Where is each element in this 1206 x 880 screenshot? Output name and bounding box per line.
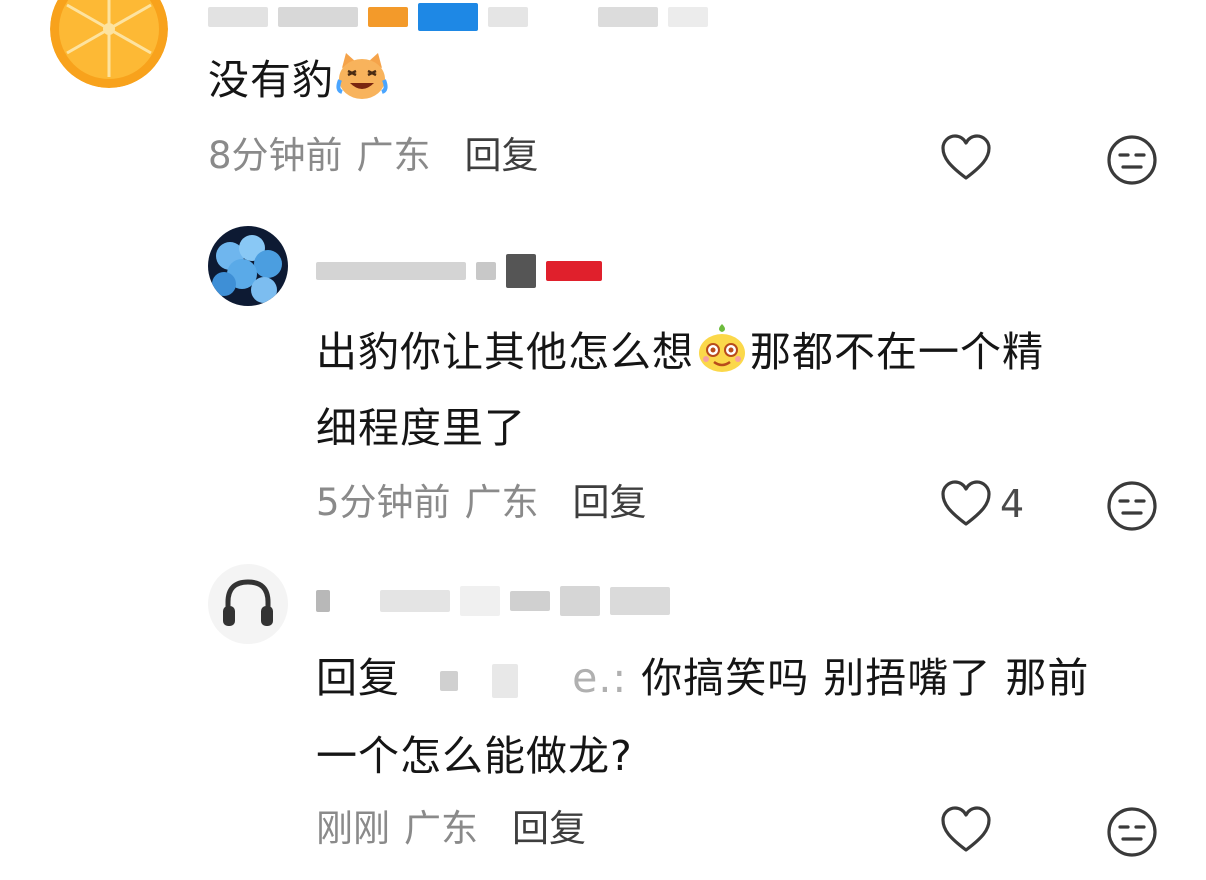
reply-button[interactable]: 回复 <box>465 134 539 177</box>
avatar[interactable] <box>208 226 288 306</box>
crying-laughing-cat-emoji-icon <box>336 50 388 102</box>
reply-prefix: 回复 <box>316 654 400 702</box>
avatar[interactable] <box>50 0 168 88</box>
redacted-block <box>208 7 268 27</box>
heart-outline-icon <box>941 480 991 526</box>
heart-outline-icon <box>941 806 991 852</box>
comment-text: 没有豹 <box>208 44 390 116</box>
redacted-block <box>560 586 600 616</box>
like-button[interactable]: 4 <box>940 480 1024 528</box>
comment-text: 出豹你让其他怎么想 那都不在一个精 <box>316 316 1044 388</box>
redacted-block <box>278 7 358 27</box>
headphones-avatar-icon <box>223 579 273 626</box>
like-button[interactable] <box>940 806 1000 854</box>
comment-location: 广东 <box>464 481 539 524</box>
redacted-block <box>546 261 602 281</box>
comment-item: 没有豹 8分钟前 广东 回复 <box>0 0 1206 200</box>
comment-text-content: 一个怎么能做龙? <box>316 732 633 780</box>
redacted-block <box>598 7 658 27</box>
comment-text-content: 那都不在一个精 <box>750 328 1044 376</box>
blue-balloons-avatar-icon <box>208 226 288 306</box>
dislike-button[interactable] <box>1106 806 1158 862</box>
orange-slice-avatar-icon <box>50 0 168 88</box>
comment-time: 5分钟前 <box>316 481 451 524</box>
username-redacted[interactable] <box>208 0 708 34</box>
unamused-face-icon <box>1107 135 1157 185</box>
comment-meta: 5分钟前 广东 回复 <box>316 478 647 528</box>
comment-text: 回复 e.: 你搞笑吗 别捂嘴了 那前 <box>316 642 1089 714</box>
comment-text-content: 出豹你让其他怎么想 <box>316 328 694 376</box>
username-redacted[interactable] <box>316 254 602 288</box>
comment-item: 出豹你让其他怎么想 那都不在一个精 细程度里了 5分钟前 广东 回复 4 <box>0 220 1206 540</box>
unamused-face-icon <box>1107 807 1157 857</box>
comment-meta: 8分钟前 广东 回复 <box>208 131 539 181</box>
redacted-block <box>610 587 670 615</box>
redacted-block <box>418 3 478 31</box>
redacted-block <box>510 591 550 611</box>
redacted-block <box>492 664 519 698</box>
reply-button[interactable]: 回复 <box>573 481 647 524</box>
reply-target-name[interactable]: e.: <box>572 654 627 702</box>
redacted-block <box>380 590 450 612</box>
redacted-block <box>476 262 496 280</box>
redacted-block <box>488 7 528 27</box>
unamused-face-icon <box>1107 481 1157 531</box>
comment-meta: 刚刚 广东 回复 <box>316 804 586 854</box>
comment-text-content: 细程度里了 <box>316 404 526 452</box>
redacted-block <box>368 7 408 27</box>
redacted-block <box>668 7 708 27</box>
comment-thread: 没有豹 8分钟前 广东 回复 出豹你让其他怎么想 那都不在一个精 细程度里了 5… <box>0 0 1206 880</box>
comment-location: 广东 <box>356 134 431 177</box>
heart-outline-icon <box>941 134 991 180</box>
username-redacted[interactable] <box>316 584 670 618</box>
comment-text: 一个怎么能做龙? <box>316 720 633 792</box>
redacted-block <box>440 671 459 691</box>
comment-text: 细程度里了 <box>316 392 526 464</box>
comment-time: 8分钟前 <box>208 134 343 177</box>
yellow-pear-mascot-emoji-icon <box>696 322 748 374</box>
dislike-button[interactable] <box>1106 134 1158 190</box>
dislike-button[interactable] <box>1106 480 1158 536</box>
comment-text-content: 你搞笑吗 别捂嘴了 那前 <box>627 654 1090 702</box>
comment-text-content: 没有豹 <box>208 56 334 104</box>
reply-button[interactable]: 回复 <box>512 807 586 850</box>
redacted-block <box>506 254 536 288</box>
like-button[interactable] <box>940 134 1000 182</box>
redacted-block <box>460 586 500 616</box>
comment-location: 广东 <box>404 807 478 850</box>
like-count: 4 <box>1000 482 1025 526</box>
comment-time: 刚刚 <box>316 807 390 850</box>
redacted-block <box>316 590 330 612</box>
comment-item: 回复 e.: 你搞笑吗 别捂嘴了 那前 一个怎么能做龙? 刚刚 广东 回复 <box>0 560 1206 880</box>
avatar[interactable] <box>208 564 288 644</box>
redacted-block <box>316 262 466 280</box>
